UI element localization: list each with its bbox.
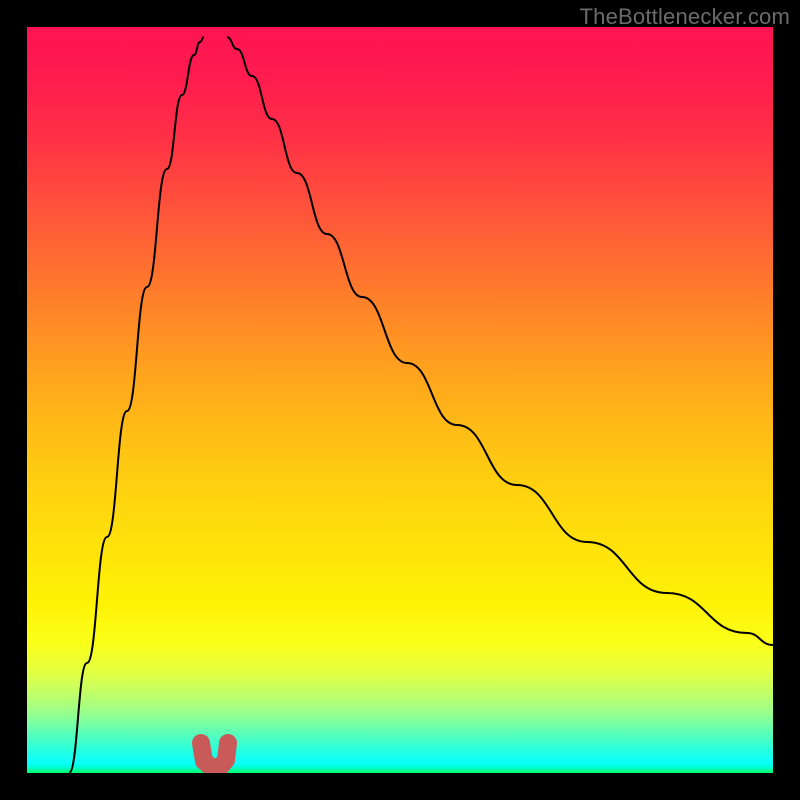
curve-left-branch [69,37,204,773]
watermark-text: TheBottlenecker.com [580,4,790,30]
plot-area [27,27,773,773]
curve-right-branch [227,37,773,645]
bottleneck-curve [27,27,773,773]
